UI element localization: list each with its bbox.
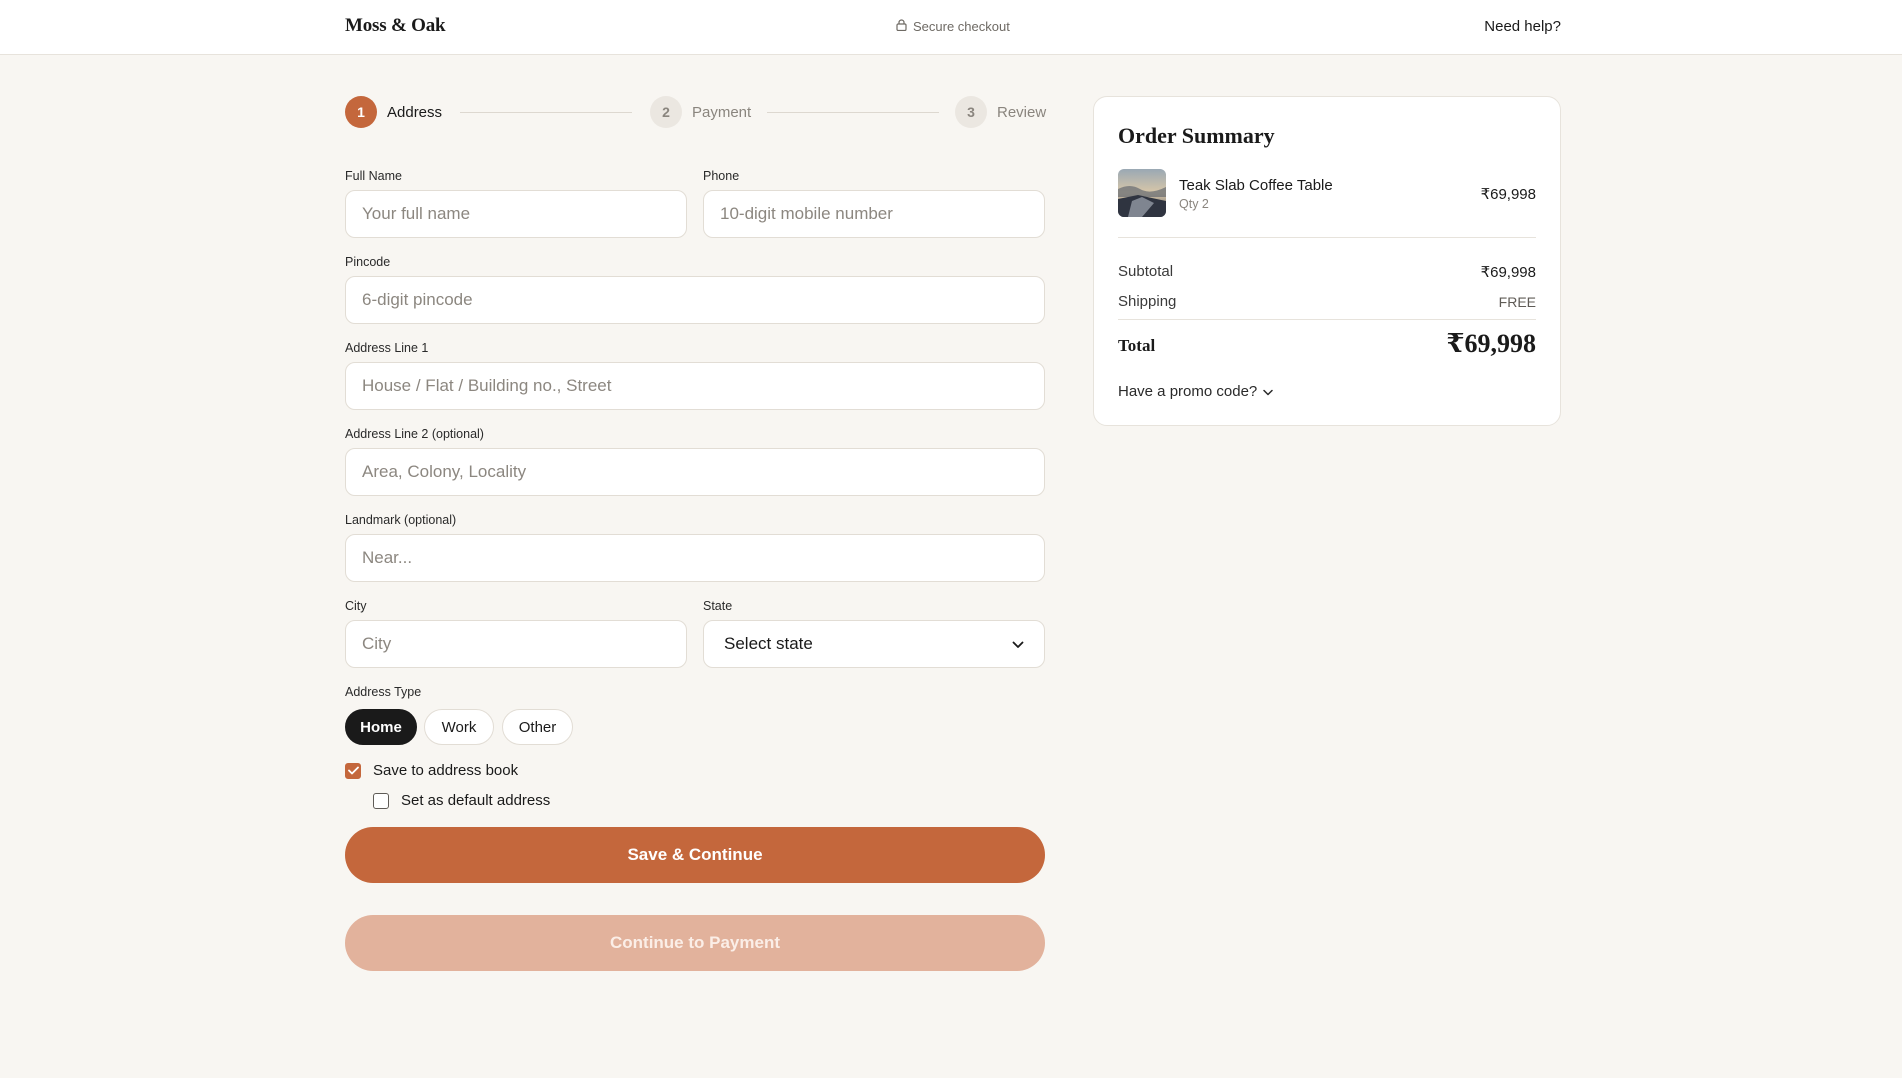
address-line-1-label: Address Line 1 (345, 341, 429, 355)
order-summary-title: Order Summary (1118, 123, 1275, 148)
total-value: ₹69,998 (1446, 329, 1536, 358)
step-review[interactable]: 3 Review (955, 96, 1046, 128)
landmark-label: Landmark (optional) (345, 513, 457, 527)
site-header: Moss & Oak Secure checkout Need help? (0, 0, 1902, 55)
state-select-value: Select state (724, 634, 813, 653)
step-label: Review (997, 103, 1047, 121)
chevron-down-icon (1012, 634, 1024, 654)
step-address[interactable]: 1 Address (345, 96, 442, 128)
step-connector (460, 111, 632, 113)
promo-code-label: Have a promo code? (1118, 383, 1258, 400)
step-connector (767, 111, 939, 113)
shipping-value: FREE (1498, 294, 1536, 310)
step-payment[interactable]: 2 Payment (650, 96, 751, 128)
step-number: 3 (955, 96, 987, 128)
save-to-address-book-row[interactable]: Save to address book (345, 762, 518, 779)
address-type-label: Address Type (345, 685, 422, 699)
phone-input[interactable] (703, 190, 1045, 238)
set-default-address-checkbox[interactable] (373, 792, 389, 809)
secure-checkout-text: Secure checkout (913, 19, 1010, 34)
address-line-2-label: Address Line 2 (optional) (345, 427, 484, 441)
address-line-2-input[interactable] (345, 448, 1045, 496)
chevron-down-icon (1263, 383, 1273, 400)
city-label: City (345, 599, 367, 613)
lock-icon (896, 19, 907, 34)
shipping-label: Shipping (1118, 293, 1177, 310)
landmark-input[interactable] (345, 534, 1045, 582)
save-continue-button[interactable]: Save & Continue (345, 827, 1045, 883)
address-line-1-input[interactable] (345, 362, 1045, 410)
subtotal-label: Subtotal (1118, 263, 1174, 280)
address-type-other[interactable]: Other (502, 709, 573, 745)
promo-code-toggle[interactable]: Have a promo code? (1118, 383, 1273, 400)
item-price: ₹69,998 (1480, 186, 1536, 203)
step-label: Payment (692, 103, 752, 121)
total-label: Total (1118, 336, 1156, 355)
phone-label: Phone (703, 169, 740, 183)
save-to-address-book-checkbox[interactable] (345, 762, 361, 779)
set-default-address-row[interactable]: Set as default address (373, 792, 550, 809)
check-icon (347, 766, 359, 775)
checkout-stepper: 1 Address 2 Payment 3 Review (345, 96, 1046, 128)
product-thumbnail (1118, 169, 1166, 217)
item-name: Teak Slab Coffee Table (1179, 177, 1333, 194)
pincode-input[interactable] (345, 276, 1045, 324)
save-to-address-book-label: Save to address book (373, 762, 519, 779)
city-input[interactable] (345, 620, 687, 668)
brand-logo[interactable]: Moss & Oak (345, 15, 446, 37)
subtotal-value: ₹69,998 (1480, 264, 1536, 281)
secure-checkout-badge: Secure checkout (896, 19, 1010, 34)
item-quantity: Qty 2 (1179, 197, 1209, 211)
full-name-label: Full Name (345, 169, 402, 183)
summary-divider (1118, 237, 1536, 238)
summary-divider (1118, 319, 1536, 320)
continue-to-payment-button[interactable]: Continue to Payment (345, 915, 1045, 971)
state-select[interactable]: Select state (703, 620, 1045, 668)
step-label: Address (387, 103, 443, 121)
set-default-address-label: Set as default address (401, 792, 551, 809)
address-type-work[interactable]: Work (424, 709, 494, 745)
address-type-home[interactable]: Home (345, 709, 417, 745)
order-summary-card: Order Summary Teak Slab Coffee Table Qty… (1093, 96, 1561, 426)
state-label: State (703, 599, 733, 613)
pincode-label: Pincode (345, 255, 391, 269)
full-name-input[interactable] (345, 190, 687, 238)
step-number: 1 (345, 96, 377, 128)
step-number: 2 (650, 96, 682, 128)
need-help-link[interactable]: Need help? (1484, 18, 1561, 35)
